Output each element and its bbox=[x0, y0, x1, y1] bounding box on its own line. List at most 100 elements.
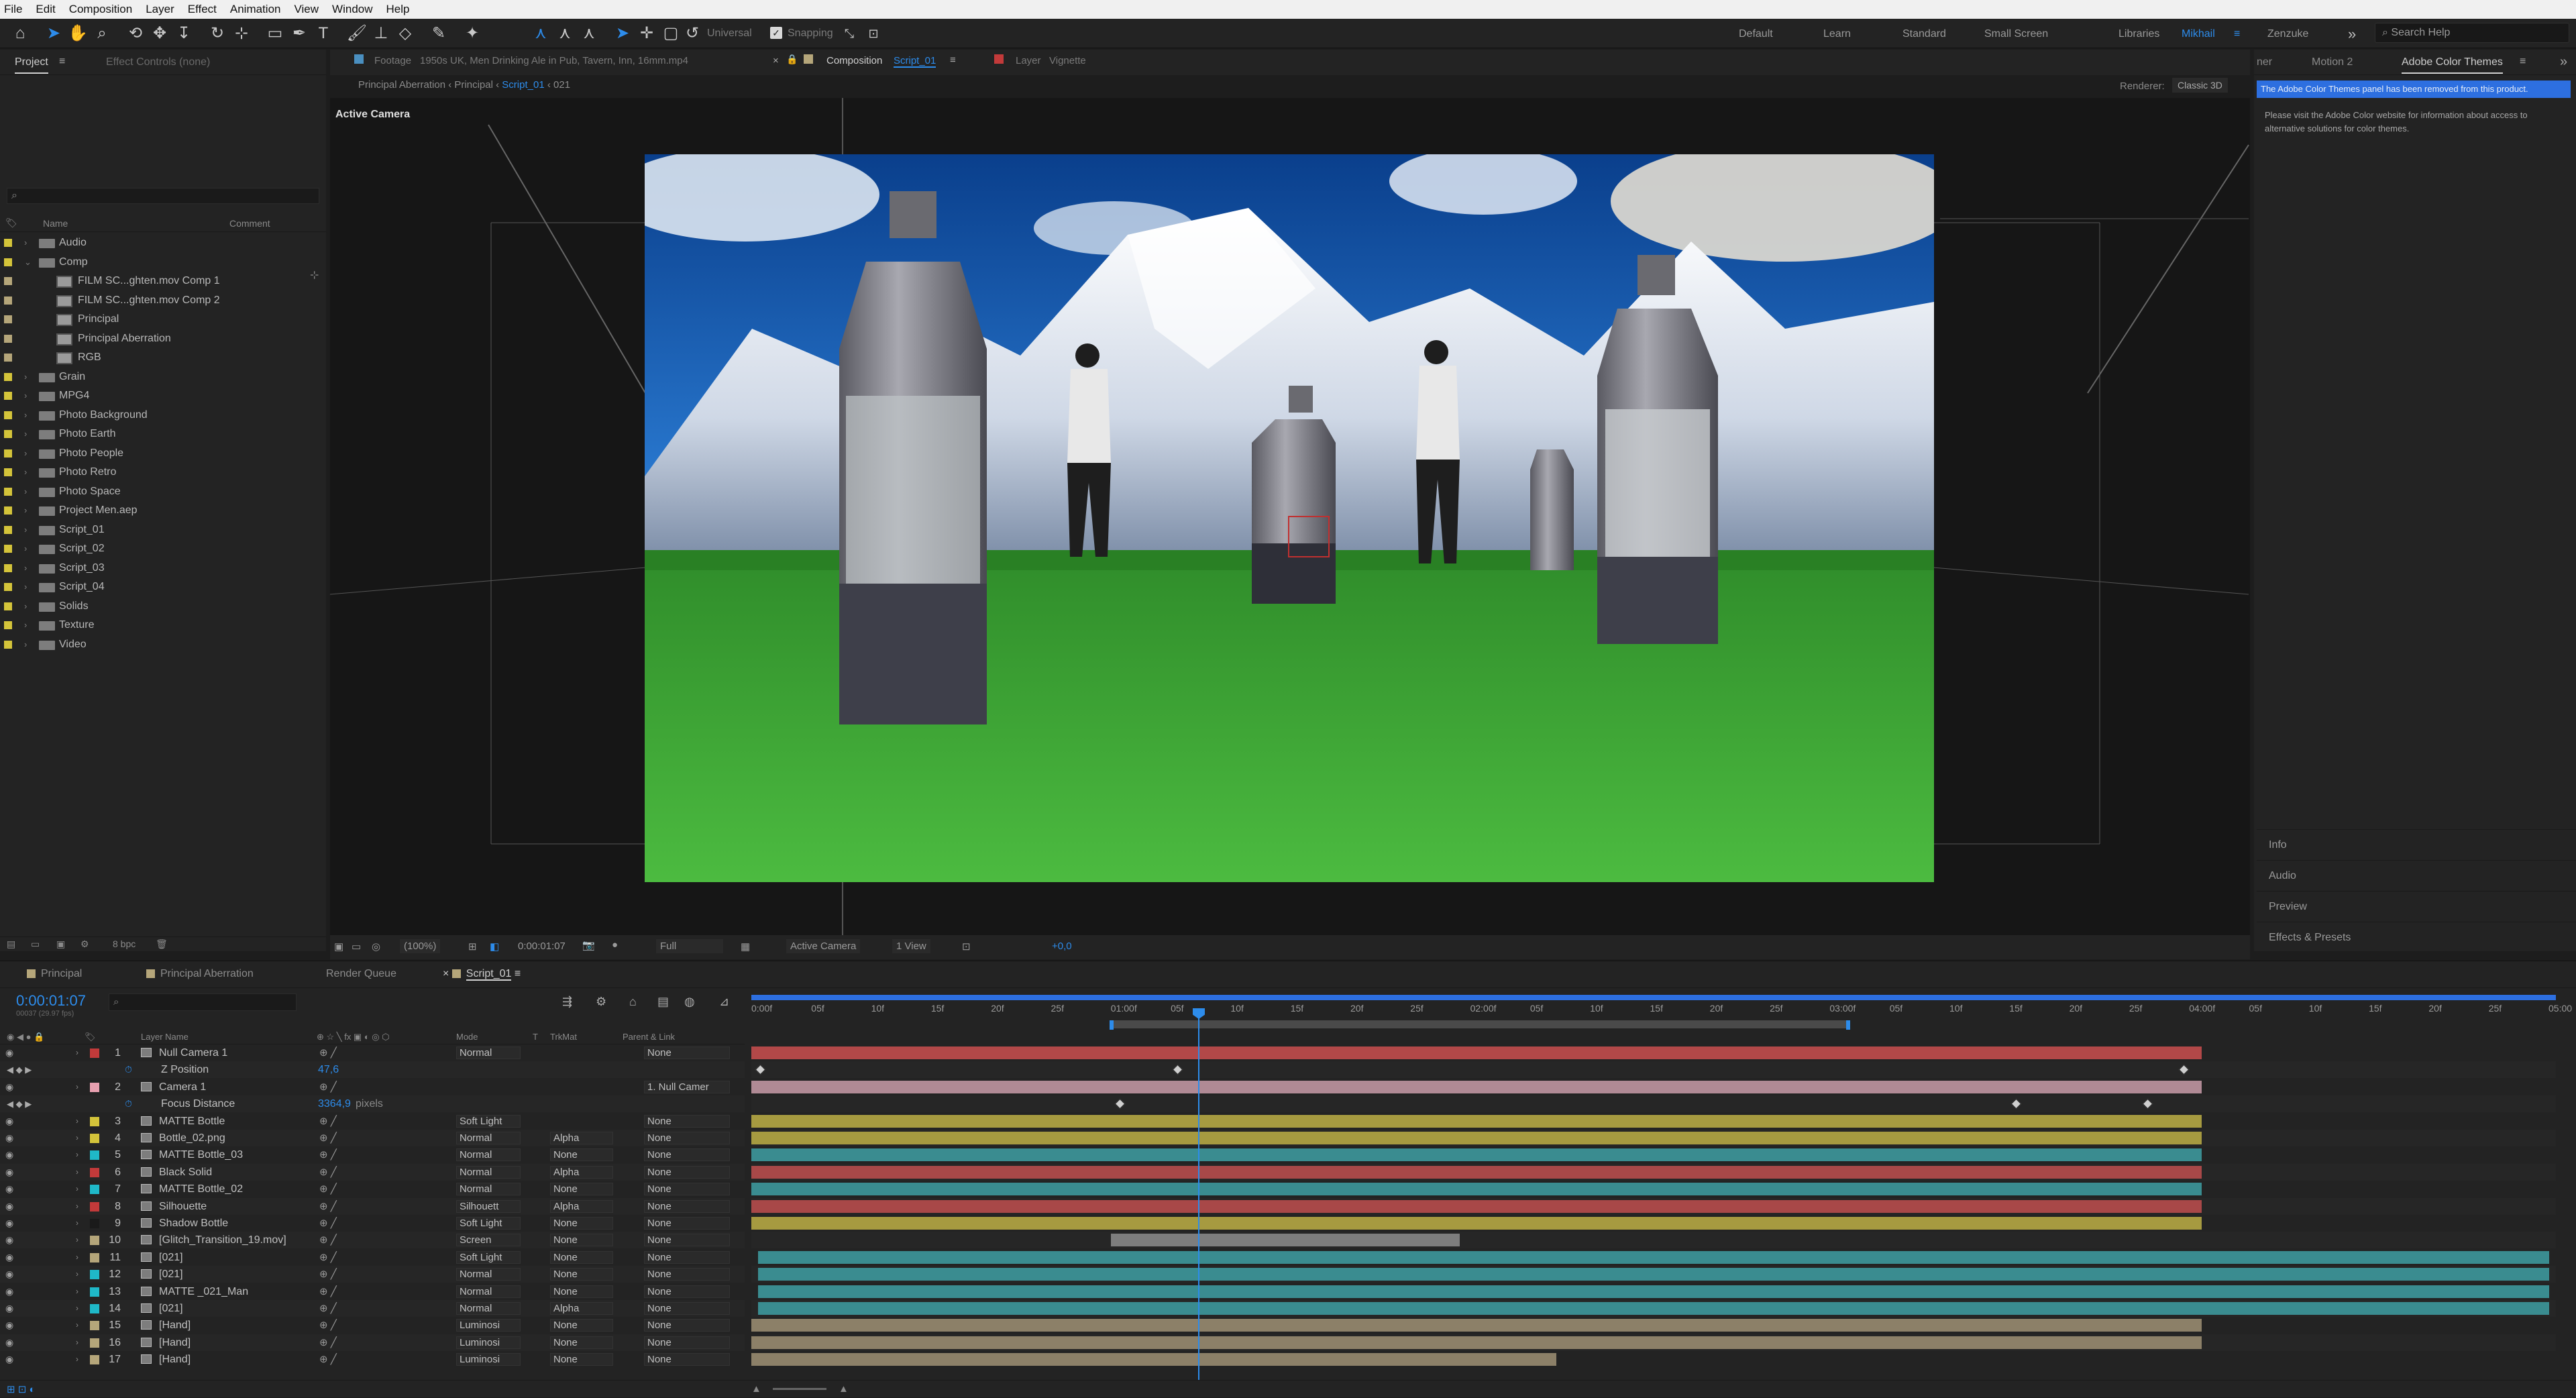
project-item[interactable]: › MPG4 bbox=[0, 386, 325, 405]
workspace-more-icon[interactable]: » bbox=[2348, 25, 2356, 43]
track-matte-select[interactable]: None bbox=[550, 1336, 613, 1349]
tab-motion[interactable]: Motion 2 bbox=[2312, 56, 2353, 68]
label-color-swatch[interactable] bbox=[4, 602, 12, 610]
chevron-right-icon[interactable]: › bbox=[76, 1113, 78, 1130]
label-color-swatch[interactable] bbox=[4, 315, 12, 323]
chevron-right-icon[interactable]: › bbox=[76, 1198, 78, 1215]
blend-mode-select[interactable]: Normal bbox=[456, 1165, 521, 1179]
layer-row[interactable]: ◉ › 5 ⊕ ╱ Normal None None MATTE Bottle_03 bbox=[0, 1146, 745, 1164]
stopwatch-icon[interactable]: ⏱ bbox=[125, 1095, 132, 1112]
parent-select[interactable]: None bbox=[644, 1165, 730, 1179]
track-matte-select[interactable]: None bbox=[550, 1183, 613, 1196]
track-matte-select[interactable]: Alpha bbox=[550, 1199, 613, 1213]
roto-brush-icon[interactable]: ✎ bbox=[428, 23, 449, 44]
layer-switches-icon[interactable]: ⊕ ╱ bbox=[319, 1198, 337, 1215]
chevron-right-icon[interactable]: › bbox=[76, 1283, 78, 1300]
clone-stamp-icon[interactable]: ⊥ bbox=[370, 23, 392, 44]
menu-item-composition[interactable]: Composition bbox=[69, 3, 133, 16]
layer-switches-icon[interactable]: ⊕ ╱ bbox=[319, 1130, 337, 1146]
timeline-tab[interactable]: Render Queue bbox=[326, 968, 396, 980]
visibility-eye-icon[interactable]: ◉ bbox=[5, 1266, 13, 1283]
menu-item-file[interactable]: File bbox=[4, 3, 22, 16]
chevron-right-icon[interactable]: › bbox=[76, 1232, 78, 1248]
shy-icon[interactable]: ⌂ bbox=[629, 995, 637, 1009]
chevron-right-icon[interactable]: › bbox=[76, 1300, 78, 1317]
layer-duration-bar[interactable] bbox=[751, 1199, 2202, 1213]
chevron-right-icon[interactable]: › bbox=[24, 501, 27, 520]
layer-label-swatch[interactable] bbox=[90, 1321, 99, 1331]
zoom-select[interactable]: (100%) bbox=[400, 939, 441, 953]
visibility-eye-icon[interactable]: ◉ bbox=[5, 1044, 13, 1061]
parent-select[interactable]: None bbox=[644, 1217, 730, 1230]
parent-select[interactable]: None bbox=[644, 1183, 730, 1196]
panel-section-effects-presets[interactable]: Effects & Presets bbox=[2257, 922, 2576, 951]
project-item[interactable]: › Script_04 bbox=[0, 578, 325, 596]
label-color-swatch[interactable] bbox=[4, 525, 12, 534]
transparency-grid-icon[interactable]: ▦ bbox=[741, 940, 750, 953]
visibility-eye-icon[interactable]: ◉ bbox=[5, 1334, 13, 1351]
visibility-eye-icon[interactable]: ◉ bbox=[5, 1164, 13, 1181]
rectangle-tool-icon[interactable]: ▭ bbox=[264, 23, 286, 44]
project-item[interactable]: › Photo Space bbox=[0, 482, 325, 501]
timeline-tab[interactable]: Principal Aberration bbox=[146, 968, 254, 980]
graph-editor-icon[interactable]: ⊿ bbox=[719, 995, 729, 1009]
layer-label-swatch[interactable] bbox=[90, 1048, 99, 1058]
pen-tool-icon[interactable]: ✒ bbox=[288, 23, 310, 44]
chevron-right-icon[interactable]: › bbox=[24, 521, 27, 539]
tab-footage[interactable]: 1950s UK, Men Drinking Ale in Pub, Taver… bbox=[420, 55, 688, 66]
layer-duration-bar[interactable] bbox=[758, 1302, 2549, 1315]
track-matte-select[interactable]: Alpha bbox=[550, 1132, 613, 1144]
interpret-footage-icon[interactable]: ▤ bbox=[7, 938, 15, 950]
chevron-right-icon[interactable]: › bbox=[76, 1351, 78, 1368]
layer-switches-icon[interactable]: ⊕ ╱ bbox=[319, 1113, 337, 1130]
project-item[interactable]: Principal bbox=[0, 310, 325, 329]
label-color-swatch[interactable] bbox=[4, 239, 12, 247]
view-select[interactable]: Active Camera bbox=[786, 939, 861, 953]
layer-search-input[interactable]: ⌕ bbox=[109, 993, 297, 1011]
layer-duration-bar[interactable] bbox=[751, 1132, 2202, 1144]
layer-row[interactable]: ◉ › 2 ⊕ ╱ 1. Null Camer Camera 1 bbox=[0, 1078, 745, 1095]
project-item[interactable]: › Script_01 bbox=[0, 521, 325, 539]
layer-label-swatch[interactable] bbox=[90, 1134, 99, 1143]
workspace-learn[interactable]: Learn bbox=[1823, 28, 1851, 40]
layer-duration-bar[interactable] bbox=[758, 1268, 2549, 1281]
snapshot-icon[interactable]: 📷 bbox=[582, 939, 595, 951]
project-item[interactable]: › Video bbox=[0, 635, 325, 654]
blend-mode-select[interactable]: Normal bbox=[456, 1046, 521, 1059]
layer-row[interactable]: ◉ › 17 ⊕ ╱ Luminosi None None [Hand] bbox=[0, 1351, 745, 1368]
select-mode-icon[interactable]: ➤ bbox=[612, 23, 633, 44]
breadcrumb-item[interactable]: Principal Aberration bbox=[358, 79, 445, 91]
panel-more-icon[interactable]: » bbox=[2560, 54, 2567, 70]
keyframe-nav-icon[interactable]: ◀ ◆ ▶ bbox=[7, 1095, 32, 1112]
track-matte-select[interactable]: None bbox=[550, 1217, 613, 1230]
label-color-swatch[interactable] bbox=[4, 468, 12, 476]
chevron-right-icon[interactable]: › bbox=[76, 1249, 78, 1266]
track-matte-select[interactable]: None bbox=[550, 1268, 613, 1281]
layer-label-swatch[interactable] bbox=[90, 1287, 99, 1297]
col-parent[interactable]: Parent & Link bbox=[623, 1032, 675, 1042]
region-of-interest-icon[interactable]: ◧ bbox=[490, 940, 499, 953]
new-comp-icon[interactable]: ▣ bbox=[56, 938, 65, 950]
lock-icon[interactable]: 🔒 bbox=[786, 54, 798, 65]
eraser-tool-icon[interactable]: ◇ bbox=[394, 23, 416, 44]
blend-mode-select[interactable]: Soft Light bbox=[456, 1114, 521, 1128]
comp-menu-icon[interactable]: ≡ bbox=[950, 54, 956, 66]
chevron-right-icon[interactable]: › bbox=[24, 386, 27, 405]
layer-switches-icon[interactable]: ⊕ ╱ bbox=[319, 1300, 337, 1317]
blend-mode-select[interactable]: Luminosi bbox=[456, 1319, 521, 1332]
dolly-camera-icon[interactable]: ↧ bbox=[173, 23, 195, 44]
layer-label-swatch[interactable] bbox=[90, 1201, 99, 1212]
expand-switches-icon[interactable]: ⊞ ⊡ ◐ bbox=[7, 1383, 36, 1395]
search-help-input[interactable]: ⌕ Search Help bbox=[2375, 23, 2569, 43]
visibility-eye-icon[interactable]: ◉ bbox=[5, 1079, 13, 1095]
tab-partial[interactable]: ner bbox=[2257, 56, 2272, 68]
label-color-swatch[interactable] bbox=[4, 392, 12, 400]
trash-icon[interactable]: 🗑 bbox=[156, 938, 168, 950]
chevron-right-icon[interactable]: › bbox=[24, 578, 27, 596]
parent-select[interactable]: None bbox=[644, 1132, 730, 1144]
col-name[interactable]: Name bbox=[43, 218, 68, 229]
project-item[interactable]: › Photo Earth bbox=[0, 425, 325, 443]
tab-adobe-color-themes[interactable]: Adobe Color Themes bbox=[2402, 56, 2503, 74]
track-matte-select[interactable]: None bbox=[550, 1319, 613, 1332]
layer-duration-bar[interactable] bbox=[758, 1250, 2549, 1264]
